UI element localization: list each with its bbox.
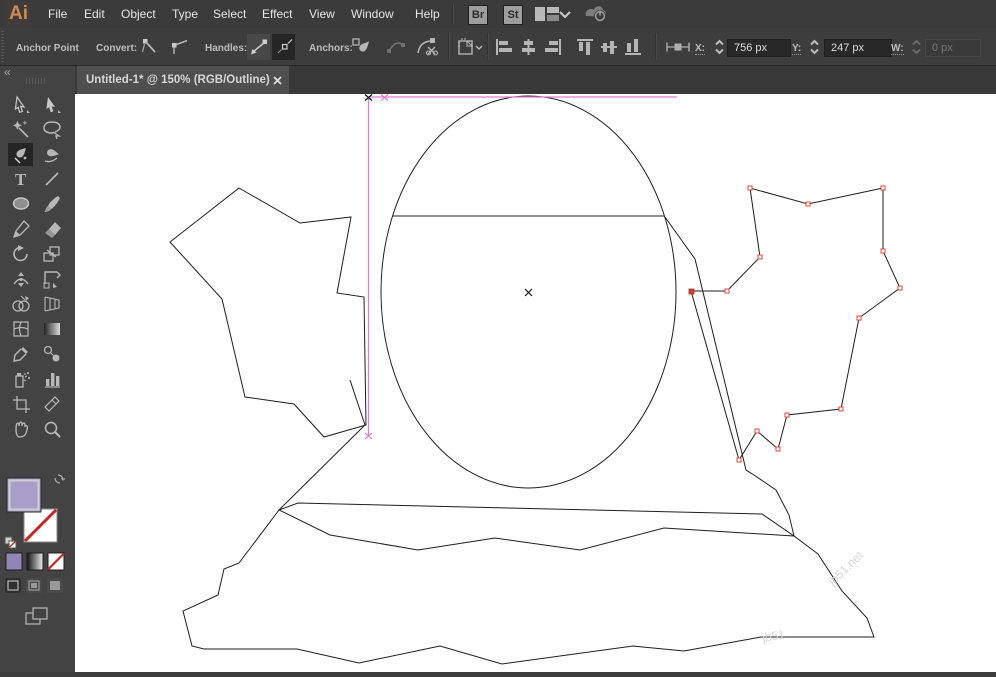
svg-text:jb51: jb51 xyxy=(760,627,786,645)
svg-text:T: T xyxy=(15,170,27,189)
svg-text:jb51.net: jb51.net xyxy=(825,548,867,589)
